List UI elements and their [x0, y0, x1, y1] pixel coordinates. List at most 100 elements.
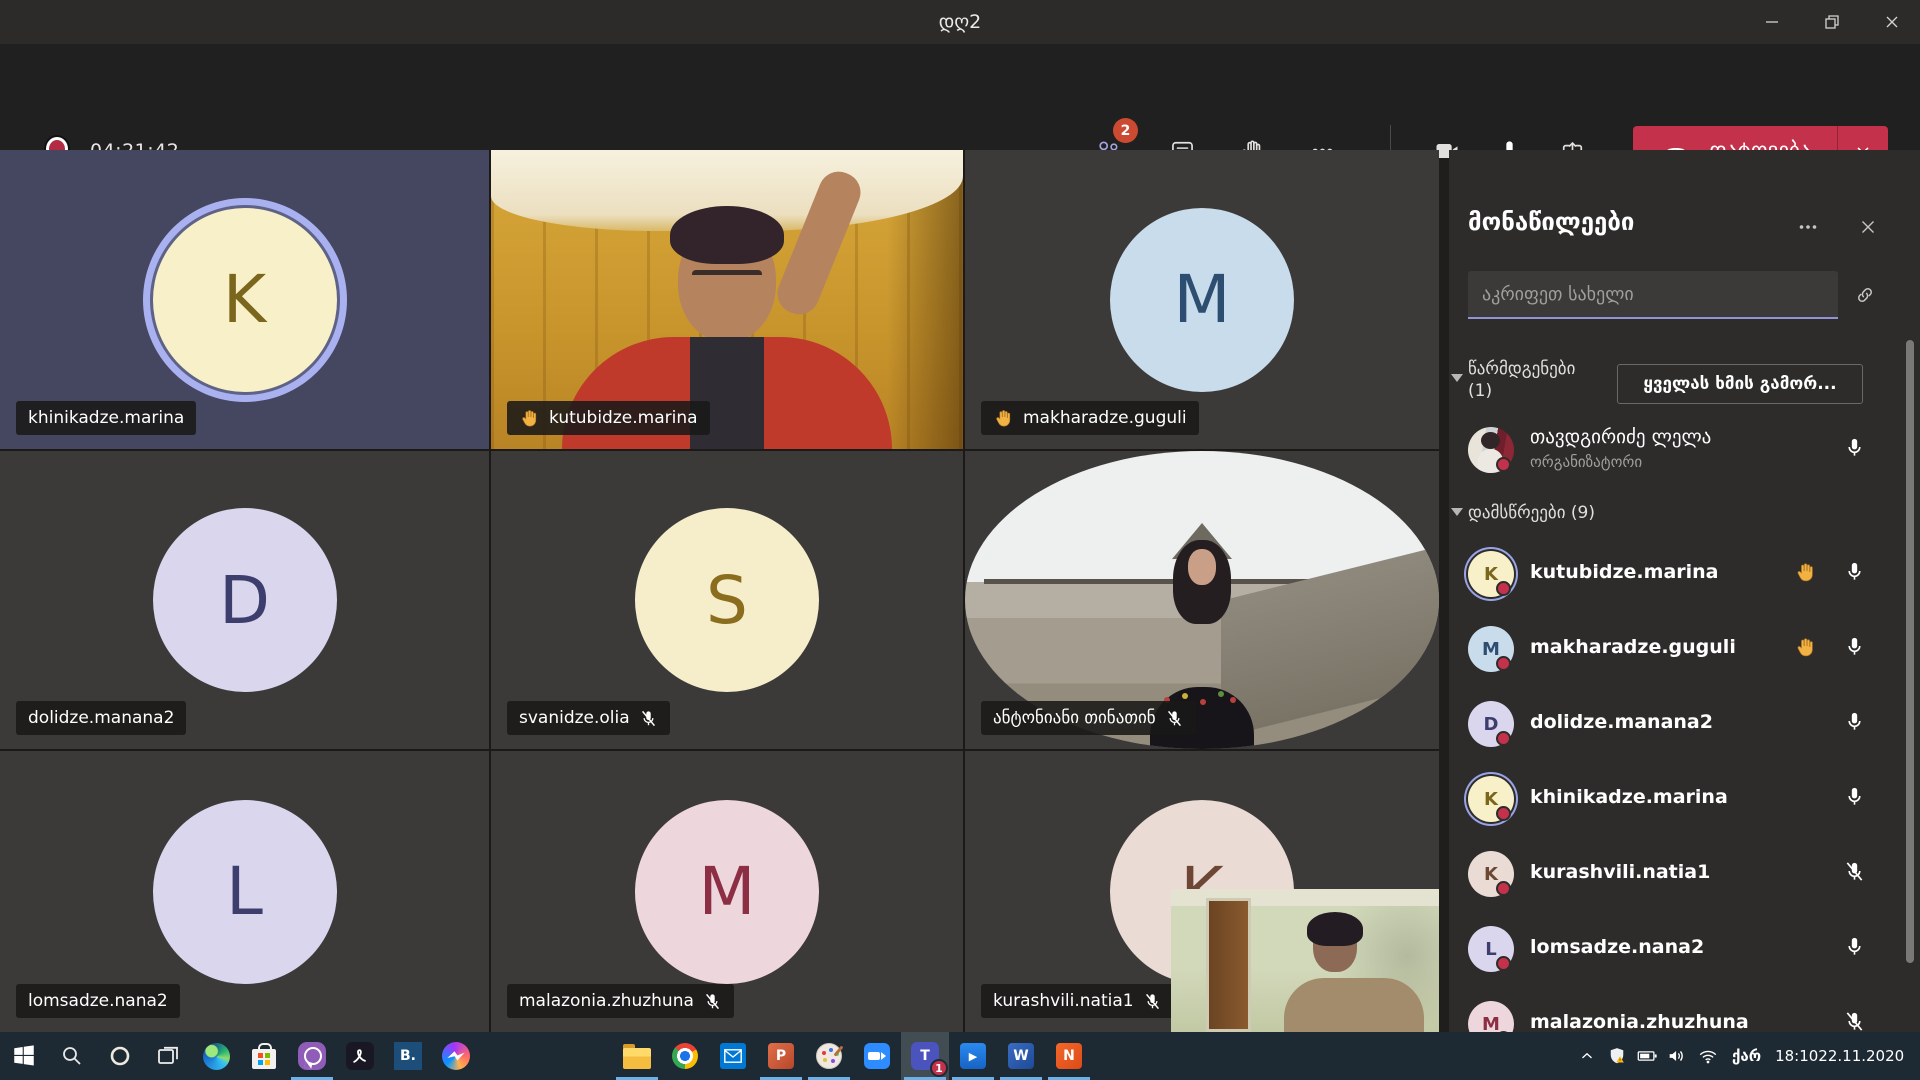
close-window-button[interactable] [1864, 0, 1920, 44]
participant-name-label: svanidze.olia [507, 701, 670, 735]
raised-hand-icon [519, 408, 540, 429]
status-busy-dot [1496, 457, 1511, 472]
taskbar-file-explorer-icon[interactable] [613, 1032, 661, 1080]
system-tray: ქარ 18:10 22.11.2020 [1572, 1032, 1920, 1080]
attendee-row-dolidze-manana2[interactable]: D dolidze.manana2 [1449, 692, 1904, 756]
taskbar-search-icon[interactable] [48, 1032, 96, 1080]
volume-icon[interactable] [1662, 1032, 1692, 1080]
taskbar-teams-icon[interactable]: T1 [901, 1032, 949, 1080]
status-busy-dot [1496, 881, 1511, 896]
presenters-collapse-icon[interactable] [1451, 374, 1463, 382]
attendee-mic-icon[interactable] [1843, 1010, 1866, 1032]
panel-more-options-button[interactable] [1790, 212, 1826, 242]
taskbar-messenger-icon[interactable] [432, 1032, 480, 1080]
participants-panel-title: მონაწილეები [1468, 208, 1634, 236]
tile-makharadze-guguli[interactable]: M makharadze.guguli [965, 150, 1439, 449]
attendee-name: kurashvili.natia1 [1530, 861, 1710, 883]
avatar: L [153, 800, 337, 984]
attendee-row-kurashvili-natia1[interactable]: K kurashvili.natia1 [1449, 842, 1904, 906]
attendee-mic-icon[interactable] [1843, 635, 1866, 662]
taskbar-task-view-icon[interactable] [144, 1032, 192, 1080]
taskbar-word-icon[interactable]: W [997, 1032, 1045, 1080]
participant-name: kurashvili.natia1 [993, 991, 1134, 1011]
presenter-name: თავდგირიძე ლელა [1530, 426, 1711, 448]
participant-name-label: lomsadze.nana2 [16, 984, 180, 1018]
restore-button[interactable] [1804, 0, 1860, 44]
mic-muted-icon [703, 992, 722, 1011]
attendee-row-kutubidze-marina[interactable]: K kutubidze.marina [1449, 542, 1904, 606]
tile-kutubidze-marina[interactable]: kutubidze.marina [491, 150, 963, 449]
self-view-video[interactable] [1171, 889, 1439, 1032]
security-shield-icon[interactable] [1602, 1032, 1632, 1080]
panel-close-button[interactable] [1850, 212, 1886, 242]
scrollbar-thumb[interactable] [1906, 340, 1914, 963]
taskbar-mail-icon[interactable] [709, 1032, 757, 1080]
battery-icon[interactable] [1632, 1032, 1662, 1080]
status-busy-dot [1496, 806, 1511, 821]
attendee-row-lomsadze-nana2[interactable]: L lomsadze.nana2 [1449, 917, 1904, 981]
attendee-name: kutubidze.marina [1530, 561, 1719, 583]
attendee-row-makharadze-guguli[interactable]: M makharadze.guguli [1449, 617, 1904, 681]
raised-hand-icon [1794, 561, 1817, 588]
taskbar-nitro-icon[interactable]: N [1045, 1032, 1093, 1080]
participant-search-input[interactable] [1468, 271, 1838, 319]
raised-hand-icon [1794, 636, 1817, 663]
presenter-row[interactable]: თავდგირიძე ლელა ორგანიზატორი [1449, 418, 1904, 482]
clock[interactable]: 18:10 22.11.2020 [1769, 1032, 1910, 1080]
attendee-mic-icon[interactable] [1843, 710, 1866, 737]
taskbar-viber-icon[interactable] [288, 1032, 336, 1080]
taskbar-zoom-icon[interactable] [853, 1032, 901, 1080]
status-busy-dot [1496, 731, 1511, 746]
attendee-row-khinikadze-marina[interactable]: K khinikadze.marina [1449, 767, 1904, 831]
tray-date: 22.11.2020 [1818, 1047, 1904, 1066]
avatar: D [153, 508, 337, 692]
tile-lomsadze-nana2[interactable]: L lomsadze.nana2 [0, 751, 489, 1032]
taskbar-cortana-icon[interactable] [96, 1032, 144, 1080]
keyboard-language-indicator[interactable]: ქარ [1724, 1032, 1769, 1080]
attendee-mic-icon[interactable] [1843, 785, 1866, 812]
mute-all-button[interactable]: ყველას ხმის გამორ... [1617, 364, 1863, 404]
tile-antoniani-tinatin[interactable]: ანტონიანი თინათინ [965, 451, 1439, 749]
minimize-button[interactable] [1744, 0, 1800, 44]
avatar-initial: S [706, 562, 748, 639]
avatar-initial: M [1174, 261, 1231, 338]
taskbar-acrobat-icon[interactable] [336, 1032, 384, 1080]
tile-dolidze-manana2[interactable]: D dolidze.manana2 [0, 451, 489, 749]
attendee-mic-icon[interactable] [1843, 860, 1866, 887]
presenters-heading: წარმდგენები (1) [1468, 358, 1588, 402]
participant-name: khinikadze.marina [28, 408, 184, 428]
panel-scrollbar[interactable] [1906, 150, 1914, 1032]
taskbar-edge-icon[interactable] [192, 1032, 240, 1080]
action-center-icon[interactable] [1910, 1032, 1920, 1080]
wifi-icon[interactable] [1692, 1032, 1724, 1080]
taskbar-paint-icon[interactable] [805, 1032, 853, 1080]
attendee-mic-icon[interactable] [1843, 935, 1866, 962]
attendee-avatar: M [1468, 1001, 1514, 1032]
taskbar-powerpoint-icon[interactable]: P [757, 1032, 805, 1080]
avatar: M [1110, 208, 1294, 392]
participant-name-label: ანტონიანი თინათინ [981, 701, 1196, 735]
taskbar-start-icon[interactable] [0, 1032, 48, 1080]
copy-join-link-button[interactable] [1848, 280, 1882, 310]
avatar: M [635, 800, 819, 984]
mic-muted-icon [639, 709, 658, 728]
attendees-collapse-icon[interactable] [1451, 508, 1463, 516]
attendee-name: malazonia.zhuzhuna [1530, 1011, 1749, 1032]
participant-name: makharadze.guguli [1023, 408, 1187, 428]
tray-expand-icon[interactable] [1572, 1032, 1602, 1080]
participants-panel: მონაწილეები წარმდგენები (1) ყველას ხმის … [1449, 150, 1920, 1032]
taskbar-bank-icon[interactable]: B. [384, 1032, 432, 1080]
attendee-mic-icon[interactable] [1843, 560, 1866, 587]
tile-malazonia-zhuzhuna[interactable]: M malazonia.zhuzhuna [491, 751, 963, 1032]
tile-khinikadze-marina[interactable]: K khinikadze.marina [0, 150, 489, 449]
taskbar-movies-icon[interactable]: ▶ [949, 1032, 997, 1080]
tile-svanidze-olia[interactable]: S svanidze.olia [491, 451, 963, 749]
avatar: K [153, 208, 337, 392]
attendee-row-malazonia-zhuzhuna[interactable]: M malazonia.zhuzhuna [1449, 992, 1904, 1032]
taskbar-store-icon[interactable] [240, 1032, 288, 1080]
presenter-mic-icon[interactable] [1843, 436, 1866, 463]
title-bar: დღ2 [0, 0, 1920, 44]
avatar-initial: D [219, 562, 270, 639]
taskbar-chrome-icon[interactable] [661, 1032, 709, 1080]
notification-badge: 1 [930, 1059, 948, 1077]
